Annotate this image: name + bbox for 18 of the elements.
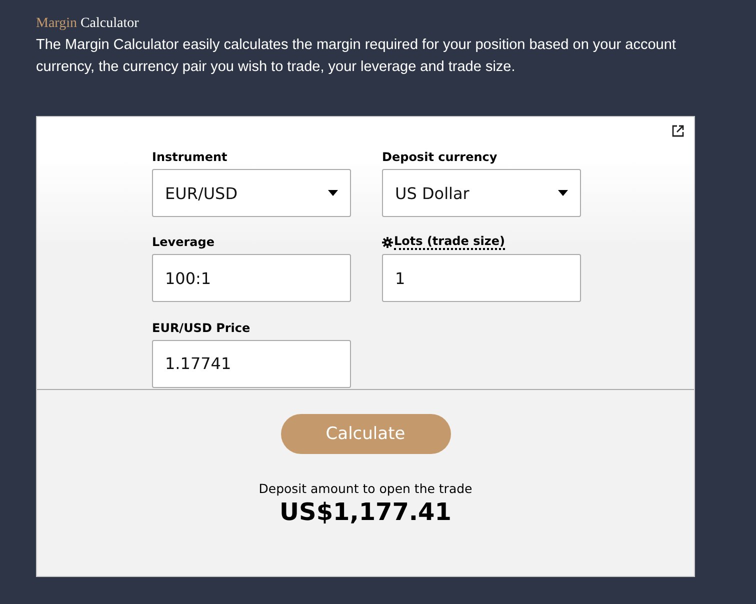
- field-label: Instrument: [152, 150, 228, 164]
- field-label: Lots (trade size): [394, 234, 505, 250]
- field-label: EUR/USD Price: [152, 320, 250, 335]
- select-field[interactable]: EUR/USD: [152, 169, 351, 217]
- page-title: Margin Calculator: [36, 16, 140, 32]
- external-link-icon[interactable]: [672, 125, 684, 137]
- description: The Margin Calculator easily calculates the margin required for your position based on your account currency, the currency pair you wish to trade, your leverage and trade size.: [36, 36, 677, 77]
- caret-icon: [558, 190, 568, 196]
- gear-icon: [382, 236, 393, 248]
- field-label: Deposit currency: [382, 150, 498, 164]
- result-amount: US$1,177.41: [280, 498, 452, 526]
- input-field[interactable]: 1: [382, 254, 581, 302]
- field-label: Leverage: [152, 235, 214, 250]
- select-field[interactable]: US Dollar: [382, 169, 581, 217]
- input-field[interactable]: 1.17741: [152, 340, 351, 388]
- caret-icon: [328, 190, 338, 196]
- result-label: Deposit amount to open the trade: [258, 481, 472, 496]
- input-field[interactable]: 100:1: [152, 254, 351, 302]
